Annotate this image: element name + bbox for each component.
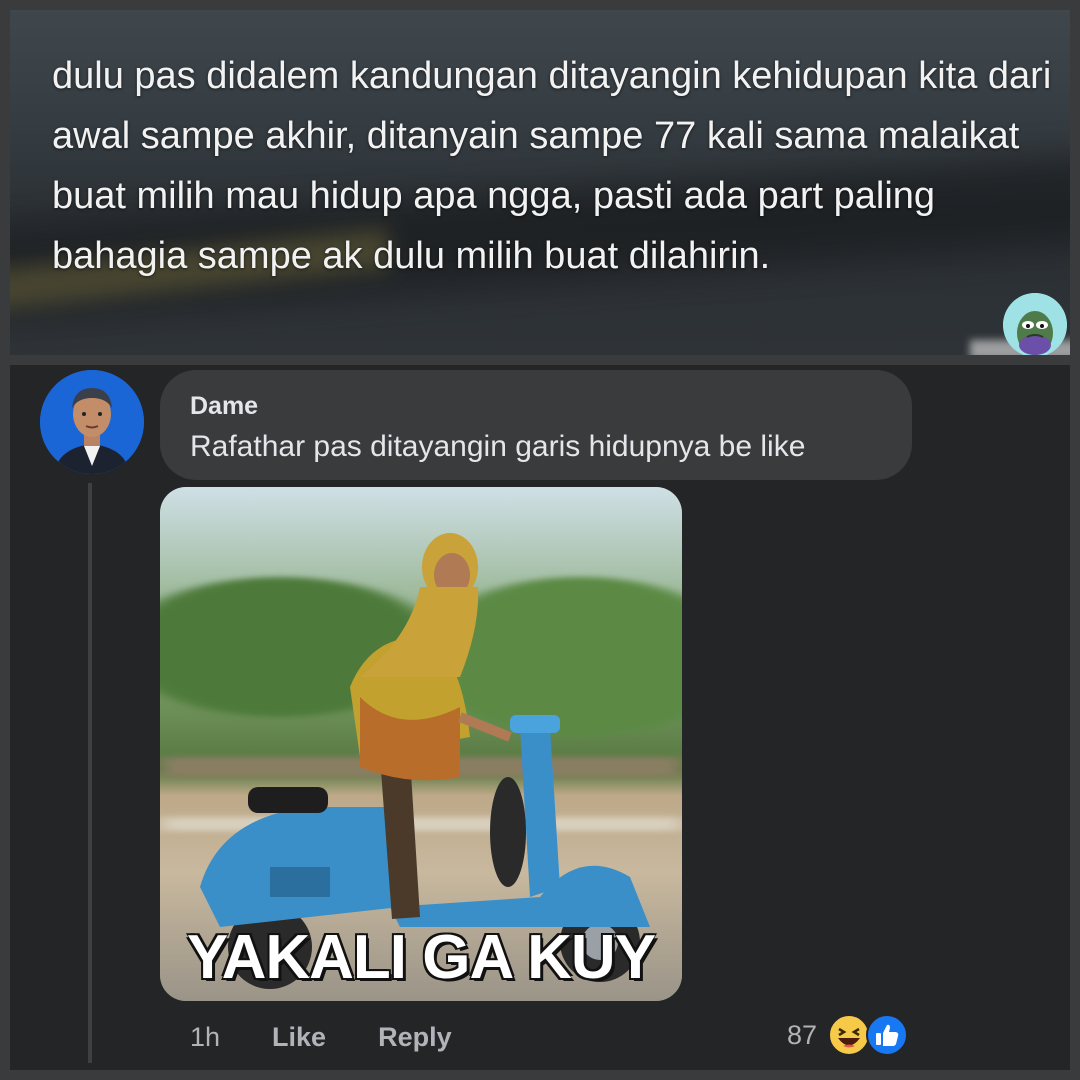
like-icon xyxy=(866,1014,909,1056)
comment-meme-image[interactable]: YAKALI GA KUY xyxy=(160,487,682,1001)
quoted-post-image: dulu pas didalem kandungan ditayangin ke… xyxy=(10,10,1070,355)
comment-author[interactable]: Dame xyxy=(190,392,258,421)
thread-line xyxy=(88,483,92,1063)
comment-timestamp[interactable]: 1h xyxy=(190,1022,220,1053)
pepe-sticker-icon xyxy=(1003,293,1067,355)
comment-bubble[interactable]: Dame Rafathar pas ditayangin garis hidup… xyxy=(160,370,912,480)
quoted-post-text: dulu pas didalem kandungan ditayangin ke… xyxy=(52,55,1052,277)
commenter-avatar[interactable] xyxy=(40,370,144,474)
reaction-summary[interactable]: 87 xyxy=(787,1013,911,1057)
reaction-icons xyxy=(827,1013,911,1057)
comment-actions: 1h Like Reply xyxy=(190,1017,504,1057)
meme-caption: YAKALI GA KUY xyxy=(186,923,656,992)
reply-button[interactable]: Reply xyxy=(378,1022,452,1053)
comment-text: Rafathar pas ditayangin garis hidupnya b… xyxy=(190,430,806,463)
reaction-count: 87 xyxy=(787,1019,818,1050)
comment-section: Dame Rafathar pas ditayangin garis hidup… xyxy=(10,365,1070,1070)
like-button[interactable]: Like xyxy=(272,1022,326,1053)
